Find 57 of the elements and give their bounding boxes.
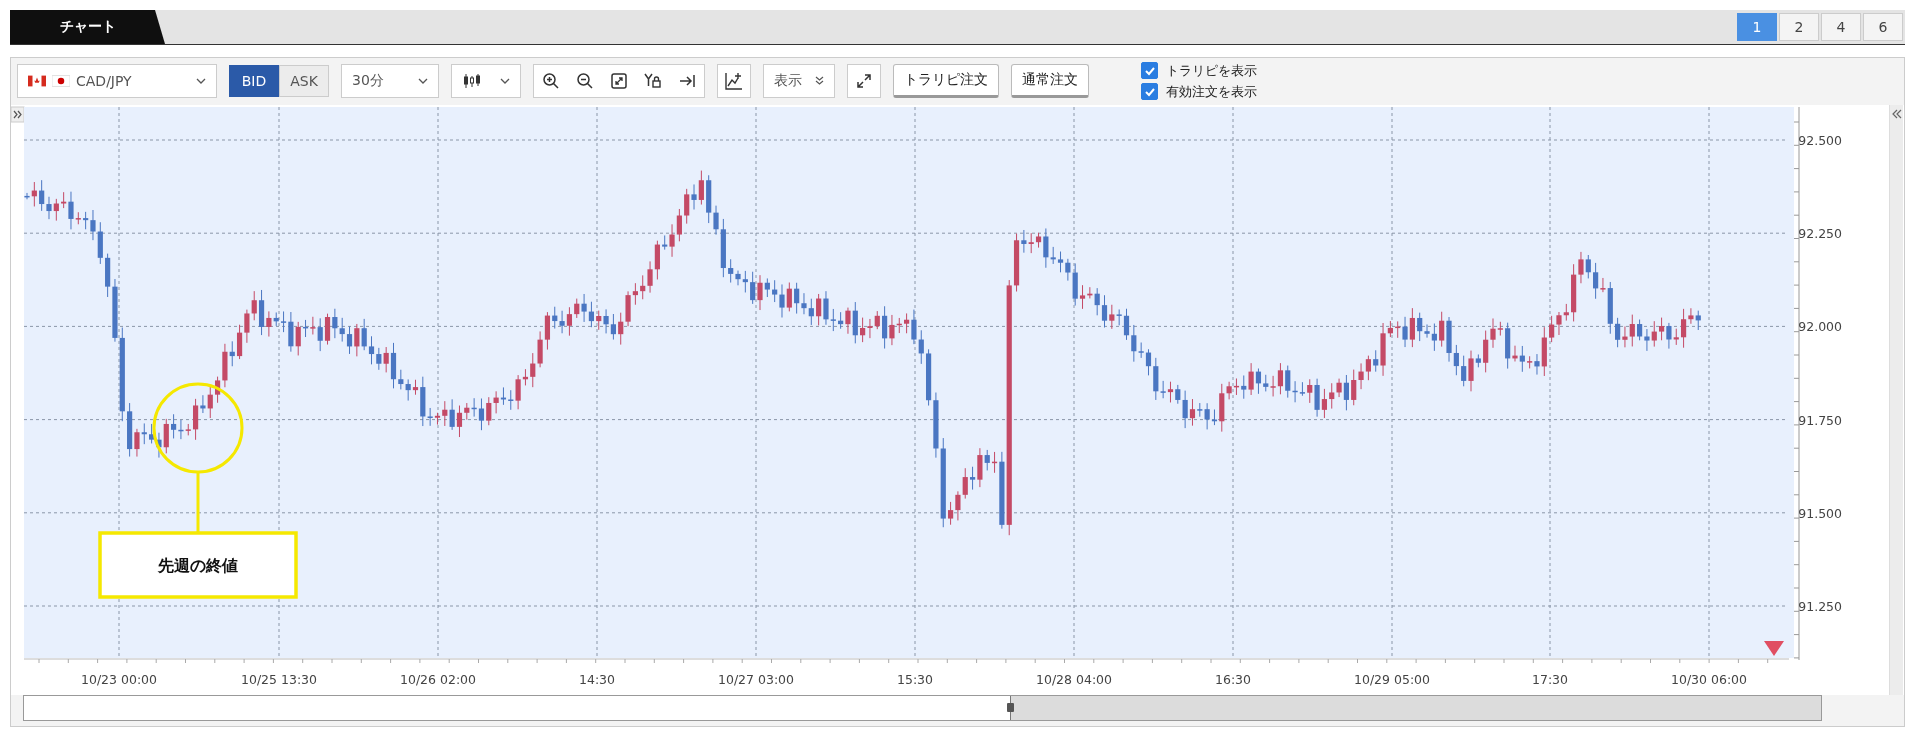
- checkbox-label: トラリピを表示: [1166, 61, 1257, 80]
- leader-line: [196, 472, 200, 532]
- expand-button[interactable]: [847, 64, 881, 98]
- scrollbar-thumb[interactable]: [1010, 696, 1821, 720]
- callout-box: 先週の終値: [98, 531, 298, 599]
- fit-icon: [610, 72, 628, 90]
- display-menu-button[interactable]: 表示: [763, 64, 835, 98]
- caret-icon: [196, 78, 206, 84]
- y-axis-label: 91.500: [1798, 505, 1842, 521]
- x-axis-label: 17:30: [1532, 672, 1568, 687]
- x-axis-label: 10/25 13:30: [241, 672, 317, 687]
- x-axis-label: 14:30: [579, 672, 615, 687]
- caret-icon: [418, 78, 428, 84]
- layout-button[interactable]: 4: [1821, 13, 1861, 41]
- checkbox[interactable]: [1141, 83, 1158, 100]
- price-side-toggle[interactable]: BID: [229, 65, 279, 97]
- collapse-right-handle[interactable]: [1889, 105, 1903, 695]
- x-axis-label: 10/30 06:00: [1671, 672, 1747, 687]
- canada-flag-icon: [28, 75, 46, 87]
- arrow-to-bar-icon: [678, 72, 696, 90]
- x-axis-label: 10/28 04:00: [1036, 672, 1112, 687]
- x-axis-label: 10/29 05:00: [1354, 672, 1430, 687]
- price-marker-icon: [1764, 641, 1784, 656]
- x-axis-label: 16:30: [1215, 672, 1251, 687]
- indicator-button[interactable]: [717, 64, 751, 98]
- zoom-out-icon: [576, 72, 594, 90]
- order-button[interactable]: トラリピ注文: [893, 64, 999, 98]
- layout-button[interactable]: 2: [1779, 13, 1819, 41]
- zoom-in-icon: [542, 72, 560, 90]
- candlestick-icon: [462, 73, 482, 89]
- checkbox-label: 有効注文を表示: [1166, 82, 1257, 101]
- y-axis-label: 92.500: [1798, 133, 1842, 148]
- price-side-toggle[interactable]: ASK: [279, 65, 329, 97]
- chevron-icon: [13, 110, 22, 119]
- chevron-icon: [1891, 109, 1902, 119]
- checkbox[interactable]: [1141, 62, 1158, 79]
- grip-handle[interactable]: [1007, 703, 1014, 712]
- symbol-dropdown[interactable]: CAD/JPY: [17, 64, 217, 98]
- layout-button[interactable]: 6: [1863, 13, 1903, 41]
- x-axis-label: 15:30: [897, 672, 933, 687]
- chart-plus-icon: [724, 71, 744, 91]
- japan-flag-icon: [52, 75, 70, 87]
- y-axis-label: 91.250: [1798, 599, 1842, 614]
- expand-icon: [855, 72, 873, 90]
- y-axis-label: 92.000: [1798, 319, 1842, 335]
- chart-type-dropdown[interactable]: [451, 64, 521, 98]
- x-axis-label: 10/23 00:00: [81, 672, 157, 687]
- x-axis-label: 10/27 03:00: [718, 672, 794, 687]
- x-axis-label: 10/26 02:00: [400, 672, 476, 687]
- timeframe-dropdown[interactable]: 30分: [341, 64, 439, 98]
- double-caret-icon: [815, 76, 824, 86]
- chart-tab[interactable]: チャート: [10, 10, 165, 44]
- caret-icon: [500, 78, 510, 84]
- y-axis-label: 91.750: [1798, 412, 1842, 428]
- y-lock-icon: [644, 72, 662, 90]
- order-button[interactable]: 通常注文: [1011, 64, 1089, 98]
- y-axis-label: 92.250: [1798, 226, 1842, 242]
